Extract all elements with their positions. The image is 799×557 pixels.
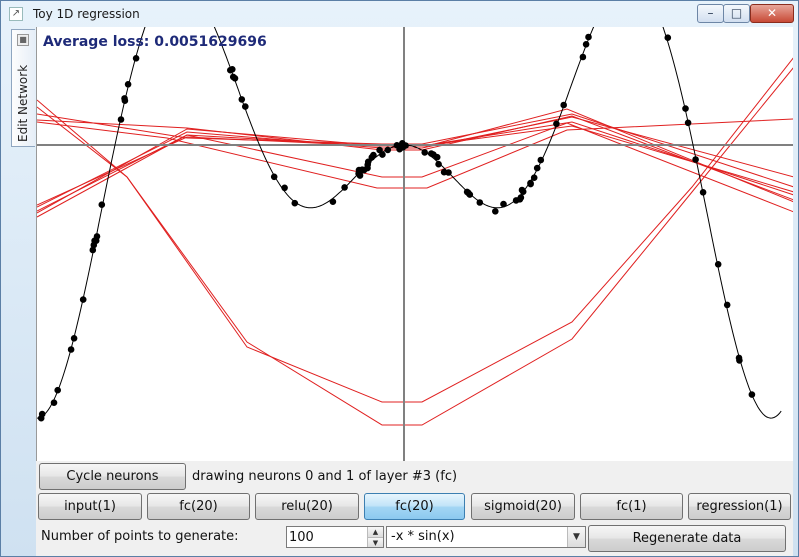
data-point (98, 201, 106, 208)
controls-panel: Cycle neurons drawing neurons 0 and 1 of… (36, 461, 793, 556)
data-point (699, 189, 707, 196)
maximize-button[interactable]: □ (723, 4, 750, 23)
neuron-activation-line (37, 67, 793, 426)
data-point (376, 146, 383, 154)
points-count-spinbox[interactable]: ▲ ▼ (286, 526, 384, 548)
points-count-label: Number of points to generate: (41, 529, 239, 544)
data-point (50, 399, 58, 407)
data-point (117, 116, 125, 123)
chart-icon: ↗ (9, 7, 23, 21)
data-point (560, 101, 567, 109)
data-point (664, 34, 672, 41)
layer-button-fc3[interactable]: fc(1) (580, 493, 683, 520)
data-point (384, 146, 392, 154)
data-point (402, 142, 409, 149)
data-point (329, 198, 337, 205)
data-point (735, 354, 743, 362)
data-point (723, 301, 731, 309)
data-point (270, 173, 278, 181)
data-point (530, 174, 538, 181)
data-point (364, 158, 372, 166)
spin-down-icon[interactable]: ▼ (368, 537, 383, 547)
data-point (433, 153, 441, 161)
layer-button-relu[interactable]: relu(20) (255, 493, 359, 520)
data-point (132, 55, 140, 62)
data-point (356, 172, 364, 179)
regression-plot: Average loss: 0.0051629696 (36, 27, 793, 461)
data-point (341, 184, 348, 191)
data-point (242, 103, 249, 110)
layer-button-sigmoid[interactable]: sigmoid(20) (471, 493, 575, 520)
layer-button-regression[interactable]: regression(1) (688, 493, 791, 520)
data-point (435, 160, 442, 168)
data-point (38, 410, 46, 418)
title-bar[interactable]: ↗ Toy 1D regression – □ ✕ (1, 1, 798, 27)
data-point (492, 208, 499, 215)
data-point (684, 119, 692, 127)
minimize-button[interactable]: – (697, 4, 724, 23)
data-point (70, 335, 78, 342)
data-point (89, 246, 97, 254)
data-point (440, 168, 448, 176)
window-title: Toy 1D regression (33, 7, 140, 21)
data-point (476, 199, 484, 206)
target-function-curve (37, 27, 782, 419)
data-point (370, 151, 377, 159)
layer-button-input[interactable]: input(1) (38, 493, 142, 520)
pin-icon: ■ (17, 34, 29, 46)
data-point (229, 73, 237, 81)
data-point (692, 156, 699, 163)
close-button[interactable]: ✕ (750, 4, 794, 23)
edit-network-label: Edit Network (16, 64, 30, 142)
regenerate-data-button[interactable]: Regenerate data (588, 525, 786, 552)
function-select-value: -x * sin(x) (391, 529, 455, 544)
neuron-activation-line (37, 125, 793, 218)
data-point (517, 194, 525, 201)
data-point (121, 95, 128, 102)
layer-button-fc2[interactable]: fc(20) (364, 493, 465, 520)
data-point (748, 391, 756, 398)
data-point (500, 200, 507, 208)
neuron-activation-line (37, 57, 793, 403)
data-point (281, 184, 288, 192)
function-select[interactable]: -x * sin(x) ▼ (386, 526, 586, 548)
layer-button-fc1[interactable]: fc(20) (147, 493, 250, 520)
points-count-input[interactable] (289, 528, 365, 546)
data-point (396, 145, 403, 153)
data-point (93, 233, 101, 240)
data-point (291, 199, 299, 207)
data-point (79, 296, 87, 303)
data-point (553, 120, 560, 128)
spinbox-buttons[interactable]: ▲ ▼ (367, 527, 383, 547)
data-point (714, 261, 722, 268)
data-point (527, 179, 534, 187)
data-point (67, 346, 75, 353)
data-point (533, 164, 541, 172)
data-point (682, 105, 689, 112)
data-point (238, 96, 246, 103)
plot-canvas (37, 27, 793, 461)
spin-up-icon[interactable]: ▲ (368, 527, 383, 537)
neuron-status-text: drawing neurons 0 and 1 of layer #3 (fc) (192, 469, 458, 484)
neuron-activation-line (37, 116, 793, 208)
data-point (421, 149, 429, 156)
data-point (585, 33, 592, 41)
data-point (579, 53, 587, 61)
average-loss-label: Average loss: 0.0051629696 (43, 34, 267, 50)
data-point (465, 189, 472, 197)
data-point (537, 156, 545, 164)
app-window: ↗ Toy 1D regression – □ ✕ ■ Edit Network… (0, 0, 799, 557)
data-point (519, 188, 527, 195)
data-point (229, 66, 236, 73)
data-point (582, 41, 590, 48)
data-point (124, 81, 132, 88)
data-point (54, 386, 61, 394)
edit-network-tab[interactable]: ■ Edit Network (11, 29, 35, 147)
chevron-down-icon[interactable]: ▼ (567, 527, 585, 547)
cycle-neurons-button[interactable]: Cycle neurons (39, 463, 186, 490)
